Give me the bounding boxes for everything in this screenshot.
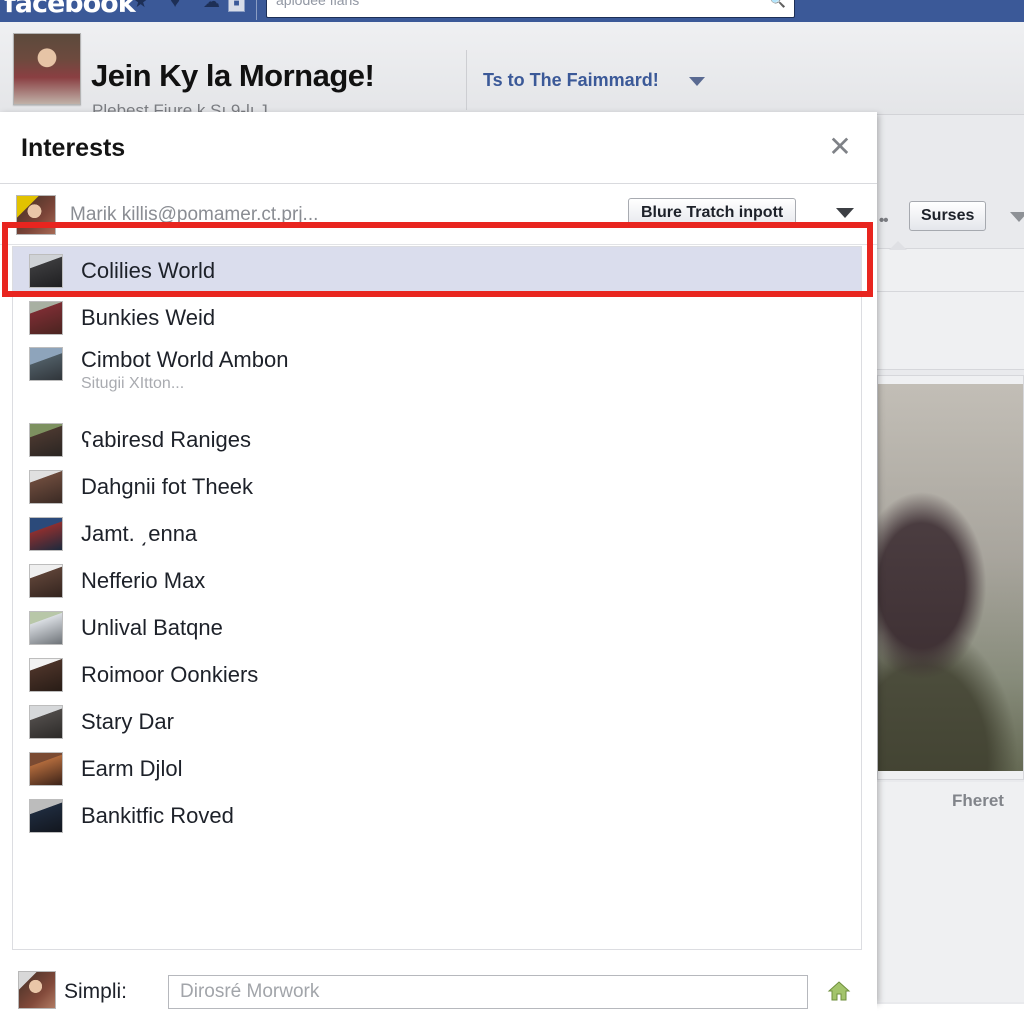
profile-icon[interactable]: ■ — [228, 0, 245, 12]
interests-dialog: Interests ✕ Marik killis@pomamer.ct.prj.… — [0, 112, 877, 1024]
page-title: Jein Ky la Mornage! — [91, 58, 375, 93]
list-item[interactable]: Colilies World — [13, 247, 861, 294]
avatar — [29, 704, 63, 739]
account-name: Marik killis@pomamer.ct.prj... — [70, 204, 319, 225]
compose-input[interactable]: Dirosré Morwork — [168, 975, 808, 1009]
header-link[interactable]: Ts to The Faimmard! — [483, 70, 659, 91]
list-item-name: Jamt. ͵enna — [81, 520, 198, 546]
screen-root: facebook ★ ♥ ☁ ■ aplodee flans 🔍 Jein Ky… — [0, 0, 1024, 1024]
right-toolbar: •• Surses — [877, 190, 1024, 240]
list-item-text: Jamt. ͵enna — [81, 521, 197, 547]
account-dropdown-button[interactable]: Blure Tratch inpott — [628, 198, 797, 228]
surses-button[interactable]: Surses — [909, 201, 987, 231]
profile-photo[interactable] — [13, 33, 81, 105]
list-item[interactable]: Stary Dar — [13, 698, 861, 745]
account-avatar — [16, 195, 56, 235]
list-item-name: Nefferio Max — [81, 567, 206, 593]
list-item-subtitle: Situgii XItton... — [81, 375, 185, 392]
avatar — [29, 610, 63, 645]
list-item-name: Unlival Batqne — [81, 614, 223, 640]
panel-divider — [877, 291, 1024, 292]
facebook-top-navigation-bar: facebook ★ ♥ ☁ ■ aplodee flans 🔍 — [0, 0, 1024, 23]
list-item-text: Unlival Batqne — [81, 615, 223, 641]
avatar — [29, 657, 63, 692]
avatar — [29, 253, 63, 288]
chevron-down-icon[interactable] — [836, 208, 854, 218]
chevron-down-icon[interactable] — [689, 77, 705, 86]
feed-caption: Fheret — [877, 782, 1024, 822]
list-item-text: Colilies World — [81, 258, 215, 284]
feed-caption-text: Fheret — [952, 791, 1004, 810]
list-item[interactable]: Bunkies Weid — [13, 294, 861, 341]
search-input-value: aplodee flans — [276, 0, 360, 8]
list-item[interactable]: Roimoor Oonkiers — [13, 651, 861, 698]
list-item-name: Bankitfic Roved — [81, 802, 234, 828]
list-item-name: Colilies World — [81, 257, 216, 283]
avatar — [29, 422, 63, 457]
avatar — [29, 798, 63, 833]
close-icon[interactable]: ✕ — [826, 133, 854, 162]
avatar — [29, 563, 63, 598]
list-item-text: ʕabiresd Raniges — [81, 427, 251, 453]
list-item-name: Stary Dar — [81, 708, 174, 734]
list-item-text: Dahgnii fot Theek — [81, 474, 253, 500]
list-item[interactable]: Bankitfic Roved — [13, 792, 861, 839]
list-item[interactable]: Jamt. ͵enna — [13, 510, 861, 557]
compose-label: Simpli: — [64, 980, 128, 1003]
list-item[interactable]: Dahgnii fot Theek — [13, 463, 861, 510]
list-item-name: ʕabiresd Raniges — [81, 426, 251, 452]
list-item-text: Earm Djlol — [81, 756, 182, 782]
magnifier-icon[interactable]: 🔍 — [770, 0, 786, 9]
compose-avatar — [18, 971, 56, 1009]
list-item-text: Bunkies Weid — [81, 305, 215, 331]
list-item[interactable]: Cimbot World Ambon Situgii XItton... — [13, 341, 861, 416]
account-row: Marik killis@pomamer.ct.prj... Blure Tra… — [0, 185, 877, 245]
list-item[interactable]: Earm Djlol — [13, 745, 861, 792]
list-item-name: Roimoor Oonkiers — [81, 661, 259, 687]
nav-divider — [256, 0, 257, 20]
ellipsis-icon[interactable]: •• — [879, 212, 888, 229]
list-item-name: Dahgnii fot Theek — [81, 473, 254, 499]
list-item-text: Nefferio Max — [81, 568, 205, 594]
list-item[interactable]: ʕabiresd Raniges — [13, 416, 861, 463]
photo-frame-bottom — [878, 771, 1023, 779]
avatar — [29, 516, 63, 551]
right-column-filler — [877, 822, 1024, 1002]
list-item-text: Bankitfic Roved — [81, 803, 234, 829]
panel-pointer — [889, 241, 907, 250]
list-item[interactable]: Nefferio Max — [13, 557, 861, 604]
photo-frame-top — [878, 376, 1023, 384]
cloud-icon[interactable]: ☁ — [203, 0, 220, 10]
dialog-title: Interests — [21, 134, 126, 162]
heart-icon[interactable]: ♥ — [170, 0, 180, 10]
avatar — [29, 751, 63, 786]
search-input[interactable]: aplodee flans 🔍 — [266, 0, 795, 18]
list-item-name: Cimbot World Ambon — [81, 347, 289, 372]
list-item-name: Bunkies Weid — [81, 304, 216, 330]
right-side-panel — [877, 241, 1024, 370]
list-item-name: Earm Djlol — [81, 755, 183, 781]
home-icon[interactable] — [827, 979, 851, 1003]
list-item-text: Stary Dar — [81, 709, 174, 735]
facebook-logo[interactable]: facebook — [4, 0, 136, 19]
feed-photo[interactable] — [877, 375, 1024, 780]
avatar — [29, 469, 63, 504]
compose-row: Simpli: Dirosré Morwork — [0, 957, 877, 1024]
list-item-text: Cimbot World Ambon Situgii XItton... — [81, 347, 288, 395]
header-divider — [466, 50, 467, 110]
contact-list[interactable]: Colilies World Bunkies Weid Cimbot World A… — [12, 246, 862, 950]
chevron-down-icon[interactable] — [1010, 212, 1024, 222]
compose-input-placeholder: Dirosré Morwork — [180, 981, 320, 1002]
star-icon[interactable]: ★ — [133, 0, 148, 10]
dialog-header: Interests ✕ — [0, 112, 877, 184]
avatar — [29, 300, 63, 335]
page-header: Jein Ky la Mornage! Plebest Fiure k Sı 9… — [0, 22, 1024, 120]
avatar — [29, 347, 63, 381]
list-item-text: Roimoor Oonkiers — [81, 662, 258, 688]
list-item[interactable]: Unlival Batqne — [13, 604, 861, 651]
